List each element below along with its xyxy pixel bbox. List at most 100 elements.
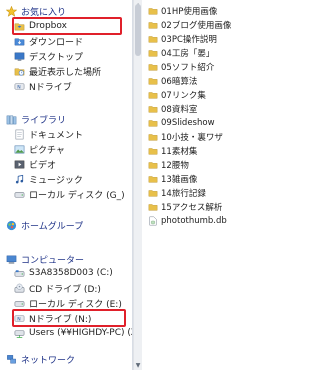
favorites-group[interactable]: お気に入り	[0, 4, 132, 18]
folder-icon	[148, 90, 158, 100]
libraries-label: ライブラリ	[21, 115, 67, 126]
list-item[interactable]: 05ソフト紹介	[148, 60, 240, 73]
computer-icon	[6, 254, 17, 265]
network-label: ネットワーク	[21, 355, 76, 366]
homegroup-group[interactable]: ホームグループ	[0, 218, 132, 232]
nav-item-videos[interactable]: ビデオ	[0, 157, 132, 171]
navigation-pane: お気に入り Dropbox ダウンロード デスクトップ 最近表示した場所 N N…	[0, 0, 133, 370]
nav-item-label: 最近表示した場所	[29, 67, 102, 78]
nav-item-cd-drive-d[interactable]: CD ドライブ (D:)	[0, 281, 132, 295]
drive-icon	[14, 268, 25, 279]
list-item[interactable]: 12腰物	[148, 158, 240, 171]
computer-label: コンピューター	[21, 255, 85, 266]
desktop-icon	[14, 51, 25, 62]
nav-item-label: ダウンロード	[29, 37, 84, 48]
file-name: 07リンク集	[161, 90, 206, 101]
file-name: 10小技・裏ワザ	[161, 132, 223, 143]
network-drive-icon: N	[14, 81, 25, 92]
folder-icon	[148, 174, 158, 184]
db-file-icon	[148, 216, 158, 226]
folder-icon	[148, 146, 158, 156]
pictures-icon	[14, 144, 25, 155]
svg-text:N: N	[17, 316, 20, 322]
nav-item-label: ビデオ	[29, 160, 57, 171]
list-item[interactable]: 09Slideshow	[148, 116, 240, 129]
nav-item-label: デスクトップ	[29, 52, 84, 63]
nav-item-desktop[interactable]: デスクトップ	[0, 49, 132, 63]
list-item[interactable]: 01HP使用画像	[148, 4, 240, 17]
list-item[interactable]: 04工房「晏」	[148, 46, 240, 59]
nav-item-drive-c[interactable]: S3A8358D003 (C:)	[0, 266, 132, 280]
folder-icon	[148, 160, 158, 170]
nav-item-pictures[interactable]: ピクチャ	[0, 142, 132, 156]
svg-text:N: N	[17, 84, 20, 90]
nav-item-documents[interactable]: ドキュメント	[0, 127, 132, 141]
file-name: 05ソフト紹介	[161, 62, 215, 73]
nav-item-label: Users (¥¥HIGHDY-PC) (Z:)	[29, 328, 132, 338]
star-icon	[6, 5, 17, 17]
nav-item-label: ローカル ディスク (E:)	[29, 299, 122, 310]
file-name: 04工房「晏」	[161, 48, 215, 59]
list-item[interactable]: 13雑画像	[148, 172, 240, 185]
nav-item-label: ドキュメント	[29, 130, 84, 141]
file-name: 01HP使用画像	[161, 6, 218, 17]
nav-item-n-drive[interactable]: N Nドライブ (N:)	[0, 311, 132, 325]
nav-item-local-disk-e[interactable]: ローカル ディスク (E:)	[0, 296, 132, 310]
list-item[interactable]: 06暗算法	[148, 74, 240, 87]
nav-item-label: ローカル ディスク (G_)	[29, 190, 125, 201]
list-item[interactable]: 07リンク集	[148, 88, 240, 101]
file-name: photothumb.db	[161, 215, 227, 226]
folder-icon	[148, 62, 158, 72]
nav-item-label: Nドライブ (N:)	[29, 314, 92, 325]
folder-icon	[148, 132, 158, 142]
nav-item-label: ミュージック	[29, 175, 83, 186]
network-group[interactable]: ネットワーク	[0, 352, 132, 366]
computer-group[interactable]: コンピューター	[0, 252, 132, 266]
folder-icon	[148, 202, 158, 212]
nav-item-n-drive-favorite[interactable]: N Nドライブ	[0, 79, 132, 93]
nav-item-downloads[interactable]: ダウンロード	[0, 34, 132, 48]
nav-item-local-disk-g[interactable]: ローカル ディスク (G_)	[0, 187, 132, 201]
folder-icon	[148, 20, 158, 30]
libraries-group[interactable]: ライブラリ	[0, 112, 132, 126]
nav-item-label: S3A8358D003 (C:)	[29, 268, 113, 278]
list-item[interactable]: 08資料室	[148, 102, 240, 115]
folder-icon	[148, 34, 158, 44]
file-name: 02ブログ使用画像	[161, 20, 232, 31]
folder-icon	[148, 48, 158, 58]
nav-item-dropbox[interactable]: Dropbox	[0, 19, 132, 33]
nav-item-label: CD ドライブ (D:)	[29, 284, 101, 295]
list-item[interactable]: 03PC操作説明	[148, 32, 240, 45]
folder-icon	[148, 188, 158, 198]
nav-item-label: Dropbox	[29, 21, 67, 31]
scroll-thumb[interactable]	[135, 4, 141, 56]
list-item[interactable]: 02ブログ使用画像	[148, 18, 240, 31]
recent-places-icon	[14, 66, 25, 77]
list-item[interactable]: 14旅行記録	[148, 186, 240, 199]
list-item[interactable]: photothumb.db	[148, 214, 240, 227]
nav-item-label: ピクチャ	[29, 145, 65, 156]
nav-scrollbar[interactable]: ▲ ▼	[133, 0, 142, 370]
documents-icon	[14, 129, 25, 140]
list-item[interactable]: 10小技・裏ワザ	[148, 130, 240, 143]
nav-item-recent-places[interactable]: 最近表示した場所	[0, 64, 132, 78]
homegroup-icon	[6, 220, 17, 231]
file-name: 11素材集	[161, 146, 198, 157]
file-name: 12腰物	[161, 160, 189, 171]
list-item[interactable]: 15アクセス解析	[148, 200, 240, 213]
list-item[interactable]: 11素材集	[148, 144, 240, 157]
network-icon	[6, 354, 17, 365]
downloads-folder-icon	[14, 36, 25, 47]
file-name: 15アクセス解析	[161, 202, 223, 213]
folder-icon	[148, 76, 158, 86]
file-name: 08資料室	[161, 104, 198, 115]
nav-item-users-z[interactable]: Users (¥¥HIGHDY-PC) (Z:)	[0, 326, 132, 340]
homegroup-label: ホームグループ	[21, 221, 84, 232]
network-drive-icon: N	[14, 313, 25, 324]
file-name: 06暗算法	[161, 76, 198, 87]
nav-item-label: Nドライブ	[29, 82, 72, 93]
cd-drive-icon	[14, 283, 25, 294]
scroll-down-arrow-icon[interactable]: ▼	[134, 360, 142, 370]
folder-icon	[148, 104, 158, 114]
nav-item-music[interactable]: ミュージック	[0, 172, 132, 186]
